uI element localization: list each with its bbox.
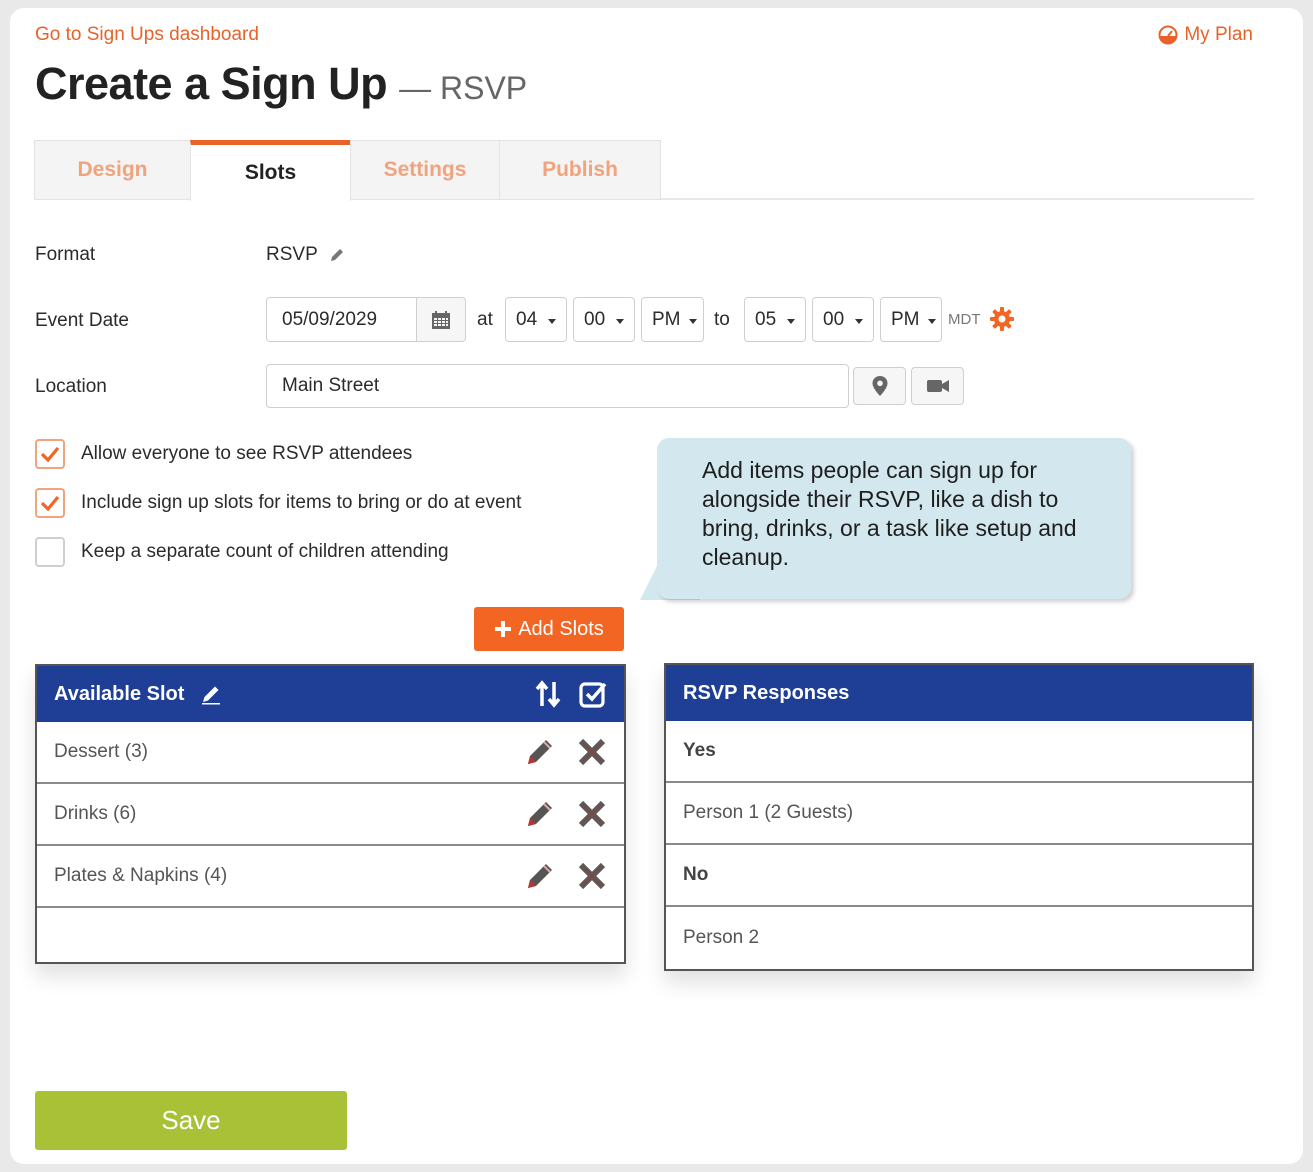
add-slots-button[interactable]: Add Slots: [474, 607, 624, 651]
start-hour-select[interactable]: 04: [505, 297, 567, 342]
dashboard-link[interactable]: Go to Sign Ups dashboard: [35, 24, 259, 46]
format-value: RSVP: [266, 244, 346, 266]
to-label: to: [714, 309, 730, 330]
plus-icon: [495, 621, 512, 637]
slot-row-actions: [524, 860, 608, 892]
checkbox-label: Allow everyone to see RSVP attendees: [81, 443, 413, 464]
slot-row-actions: [524, 736, 608, 768]
checkbox-row-include-slots[interactable]: Include sign up slots for items to bring…: [35, 488, 521, 518]
start-hour-value: 04: [516, 308, 538, 330]
map-pin-button[interactable]: [853, 367, 906, 405]
slot-row[interactable]: Plates & Napkins (4): [37, 846, 624, 908]
delete-x-icon[interactable]: [576, 860, 608, 892]
chevron-down-icon: [688, 318, 697, 324]
rsvp-group-yes: Yes: [666, 721, 1252, 783]
delete-x-icon[interactable]: [576, 798, 608, 830]
video-camera-icon: [926, 380, 949, 392]
checkmark-icon: [40, 446, 60, 462]
edit-format-icon[interactable]: [328, 246, 346, 264]
plan-gauge-icon: [1158, 25, 1178, 45]
start-minute-select[interactable]: 00: [573, 297, 635, 342]
map-pin-icon: [872, 376, 887, 396]
available-slots-header: Available Slot: [37, 666, 624, 722]
chevron-down-icon: [855, 318, 863, 324]
slot-row-actions: [524, 798, 608, 830]
available-slots-panel: Available Slot Dessert (3) Drinks (6) Pl…: [35, 664, 626, 964]
page-title-text: Create a Sign Up: [35, 58, 388, 109]
event-date-field[interactable]: 05/09/2029: [266, 297, 466, 342]
available-slots-title: Available Slot: [54, 682, 185, 705]
save-button[interactable]: Save: [35, 1091, 347, 1150]
event-date-label: Event Date: [35, 310, 129, 331]
rsvp-group-no: No: [666, 845, 1252, 907]
at-label: at: [477, 309, 493, 330]
tab-design[interactable]: Design: [34, 140, 191, 200]
add-slots-label: Add Slots: [518, 617, 604, 640]
format-label: Format: [35, 244, 96, 265]
checkbox-row-children-count[interactable]: Keep a separate count of children attend…: [35, 537, 449, 567]
format-value-text: RSVP: [266, 244, 318, 265]
tab-bar: Design Slots Settings Publish: [34, 140, 1254, 201]
tab-slots[interactable]: Slots: [190, 140, 351, 201]
checkbox-label: Keep a separate count of children attend…: [81, 541, 449, 562]
rsvp-person-row[interactable]: Person 2: [666, 907, 1252, 969]
tab-settings[interactable]: Settings: [350, 140, 500, 200]
start-minute-value: 00: [584, 308, 606, 330]
edit-header-pencil-icon[interactable]: [200, 683, 222, 705]
start-ampm-value: PM: [652, 308, 681, 330]
end-hour-value: 05: [755, 308, 777, 330]
my-plan-link[interactable]: My Plan: [1158, 24, 1253, 46]
page-subtitle: — RSVP: [399, 70, 528, 106]
gear-icon[interactable]: [988, 305, 1016, 333]
event-date-value: 05/09/2029: [282, 308, 378, 330]
end-ampm-select[interactable]: PM: [880, 297, 942, 342]
slot-row-empty: [37, 908, 624, 970]
select-all-check-icon[interactable]: [578, 679, 608, 709]
calendar-icon[interactable]: [416, 298, 465, 341]
video-button[interactable]: [911, 367, 964, 405]
checkbox-include-slots[interactable]: [35, 488, 65, 518]
chevron-down-icon: [787, 318, 795, 324]
chevron-down-icon: [548, 318, 556, 324]
slot-row-label: Drinks (6): [54, 803, 137, 824]
end-minute-select[interactable]: 00: [812, 297, 874, 342]
edit-pencil-icon[interactable]: [524, 798, 556, 830]
slot-row[interactable]: Drinks (6): [37, 784, 624, 846]
end-ampm-value: PM: [891, 308, 920, 330]
location-input[interactable]: Main Street: [266, 364, 849, 408]
page-title: Create a Sign Up — RSVP: [35, 58, 527, 110]
timezone-label: MDT: [948, 311, 981, 328]
page-card: Go to Sign Ups dashboard My Plan Create …: [10, 8, 1303, 1164]
rsvp-responses-header: RSVP Responses: [666, 665, 1252, 721]
rsvp-person-row[interactable]: Person 1 (2 Guests): [666, 783, 1252, 845]
tab-publish[interactable]: Publish: [499, 140, 661, 200]
checkbox-children-count[interactable]: [35, 537, 65, 567]
edit-pencil-icon[interactable]: [524, 736, 556, 768]
checkmark-icon: [40, 495, 60, 511]
chevron-down-icon: [616, 318, 624, 324]
end-hour-select[interactable]: 05: [744, 297, 806, 342]
location-label: Location: [35, 376, 107, 397]
rsvp-responses-panel: RSVP Responses Yes Person 1 (2 Guests) N…: [664, 663, 1254, 971]
slot-row-label: Plates & Napkins (4): [54, 865, 228, 886]
checkbox-label: Include sign up slots for items to bring…: [81, 492, 522, 513]
sort-icon[interactable]: [534, 679, 562, 709]
delete-x-icon[interactable]: [576, 736, 608, 768]
slot-row-label: Dessert (3): [54, 741, 148, 762]
checkbox-show-attendees[interactable]: [35, 439, 65, 469]
help-tooltip: Add items people can sign up for alongsi…: [657, 438, 1131, 599]
start-ampm-select[interactable]: PM: [641, 297, 704, 342]
edit-pencil-icon[interactable]: [524, 860, 556, 892]
chevron-down-icon: [927, 318, 936, 324]
my-plan-label: My Plan: [1184, 24, 1253, 45]
slot-row[interactable]: Dessert (3): [37, 722, 624, 784]
checkbox-row-show-attendees[interactable]: Allow everyone to see RSVP attendees: [35, 439, 412, 469]
end-minute-value: 00: [823, 308, 845, 330]
